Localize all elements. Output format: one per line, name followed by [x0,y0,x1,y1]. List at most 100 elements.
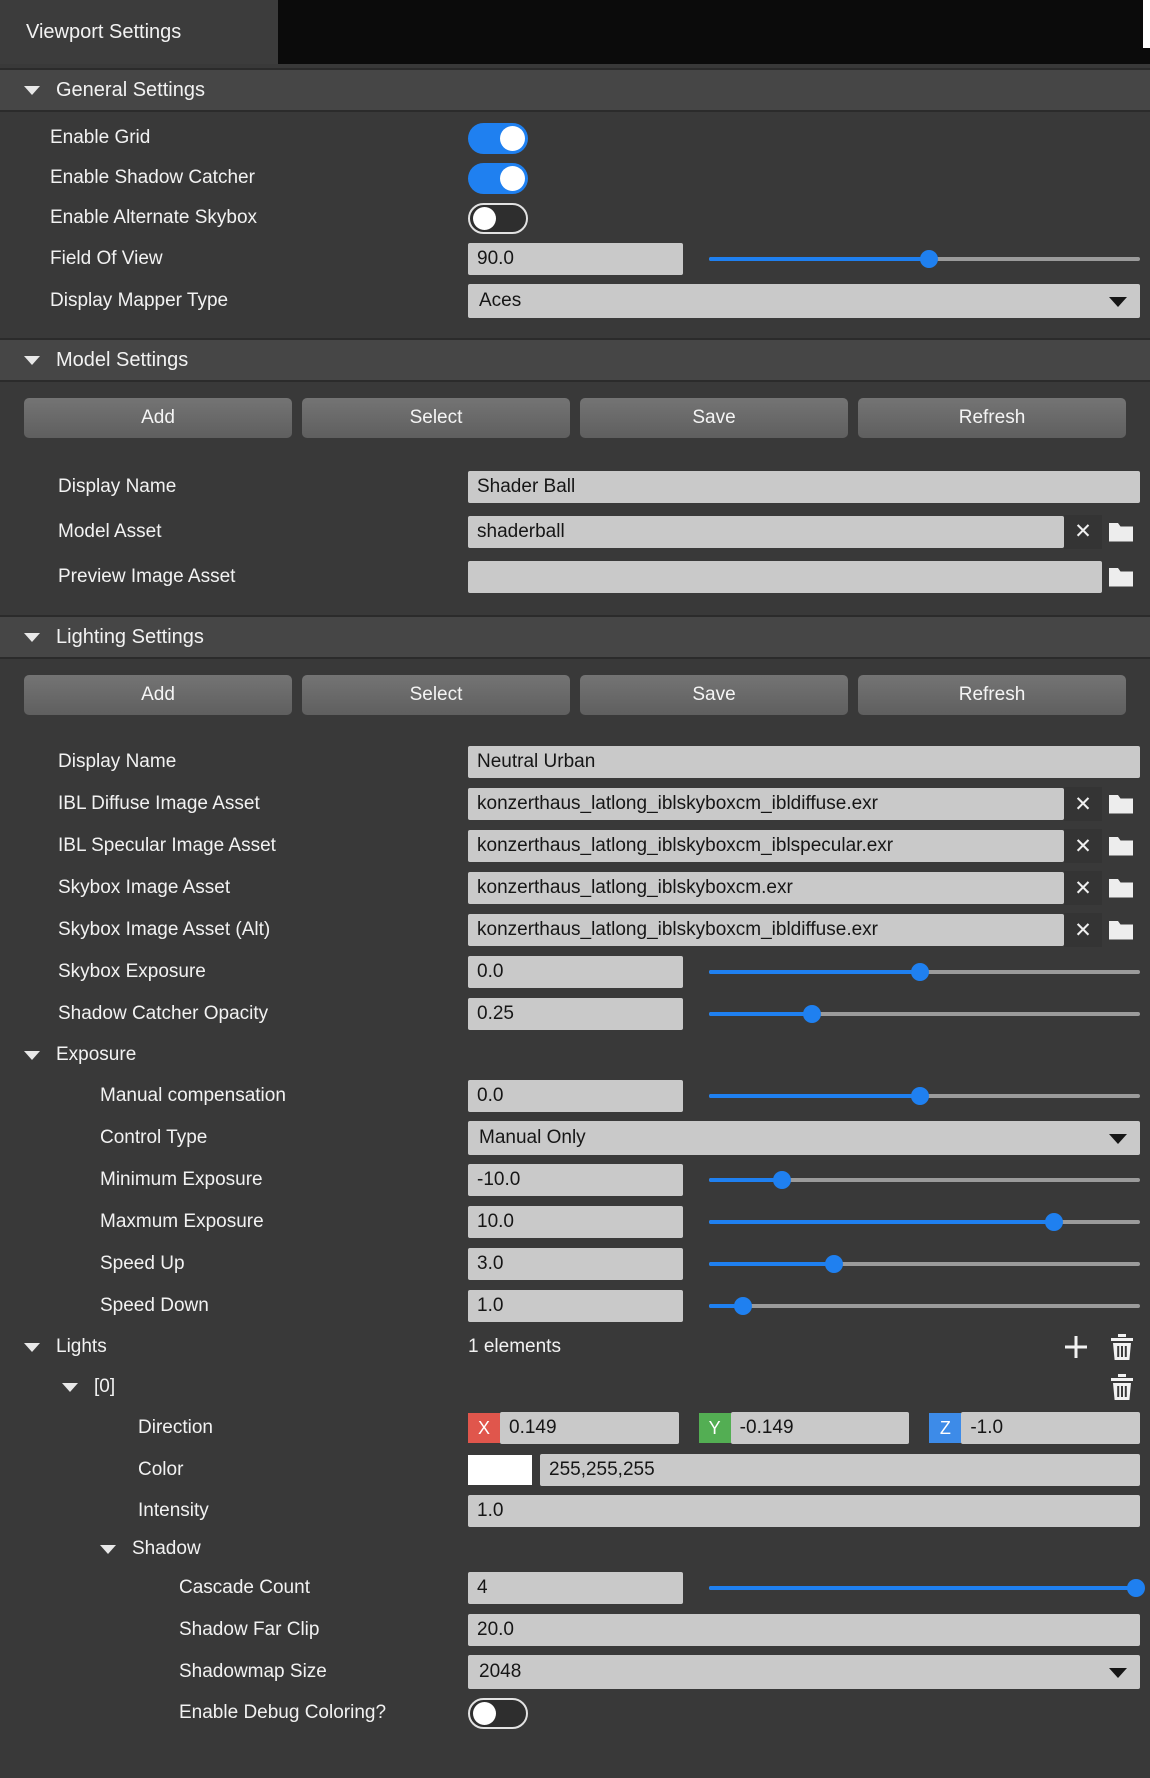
skybox-alt-browse-button[interactable] [1102,913,1140,947]
ibl-specular-clear-button[interactable] [1064,829,1102,863]
subsection-header-lights[interactable]: Lights 1 elements [0,1327,1150,1367]
shadow-catcher-opacity-label: Shadow Catcher Opacity [58,1003,269,1024]
manual-compensation-row: Manual compensation [0,1075,1150,1117]
model-asset-clear-button[interactable] [1064,514,1102,549]
cascade-count-slider[interactable] [709,1572,1145,1604]
field-of-view-slider[interactable] [709,243,1140,275]
slider-knob[interactable] [919,250,938,268]
slider-knob[interactable] [1044,1213,1063,1231]
lighting-select-button[interactable]: Select [302,675,570,715]
direction-z-input[interactable] [961,1412,1141,1444]
delete-light-0-button[interactable] [1110,1373,1134,1401]
enable-grid-label: Enable Grid [50,127,151,148]
section-title: Lighting Settings [56,625,204,648]
enable-alternate-skybox-toggle[interactable] [468,202,528,234]
color-value-input[interactable] [540,1454,1140,1486]
light-0-header[interactable]: [0] [0,1367,1150,1407]
minimum-exposure-slider[interactable] [709,1164,1140,1196]
model-select-button[interactable]: Select [302,398,570,438]
shadow-catcher-opacity-input[interactable] [468,998,683,1030]
maximum-exposure-slider[interactable] [709,1206,1140,1238]
direction-y-group: Y [698,1412,910,1444]
subsection-title: Shadow [132,1538,201,1559]
ibl-specular-browse-button[interactable] [1102,829,1140,863]
subsection-header-shadow[interactable]: Shadow [0,1531,1150,1567]
axis-x-tag: X [468,1413,500,1443]
maximum-exposure-input[interactable] [468,1206,683,1238]
speed-down-slider[interactable] [709,1290,1140,1322]
shadow-catcher-opacity-slider[interactable] [709,998,1140,1030]
skybox-alt-image-asset-input[interactable] [468,914,1064,946]
speed-down-input[interactable] [468,1290,683,1322]
direction-y-input[interactable] [730,1412,910,1444]
section-header-model-settings[interactable]: Model Settings [0,338,1150,382]
model-asset-input[interactable] [468,515,1064,548]
slider-knob[interactable] [773,1171,792,1189]
skybox-browse-button[interactable] [1102,871,1140,905]
slider-knob[interactable] [1126,1579,1145,1597]
direction-x-input[interactable] [500,1412,679,1444]
slider-knob[interactable] [824,1255,843,1273]
skybox-exposure-input[interactable] [468,956,683,988]
add-light-button[interactable] [1062,1333,1090,1361]
field-of-view-input[interactable] [468,243,683,275]
speed-down-row: Speed Down [0,1285,1150,1327]
slider-knob[interactable] [734,1297,753,1315]
enable-shadow-catcher-toggle[interactable] [468,162,528,194]
skybox-image-asset-input[interactable] [468,872,1064,904]
slider-knob[interactable] [911,963,930,981]
enable-grid-toggle[interactable] [468,122,528,154]
skybox-exposure-slider[interactable] [709,956,1140,988]
tab-viewport-settings[interactable]: Viewport Settings [0,0,278,64]
cascade-count-input[interactable] [468,1572,683,1604]
lighting-save-button[interactable]: Save [580,675,848,715]
subsection-title: Lights [56,1336,107,1357]
field-of-view-row: Field Of View [0,238,1150,280]
speed-up-input[interactable] [468,1248,683,1280]
ibl-diffuse-image-asset-input[interactable] [468,788,1064,820]
preview-image-asset-input[interactable] [468,560,1102,593]
model-display-name-input[interactable] [468,470,1140,503]
skybox-exposure-row: Skybox Exposure [0,951,1150,993]
manual-compensation-input[interactable] [468,1080,683,1112]
manual-compensation-slider[interactable] [709,1080,1140,1112]
ibl-diffuse-browse-button[interactable] [1102,787,1140,821]
ibl-specular-image-asset-label: IBL Specular Image Asset [58,835,276,856]
model-add-button[interactable]: Add [24,398,292,438]
direction-x-group: X [468,1412,679,1444]
skybox-alt-clear-button[interactable] [1064,913,1102,947]
speed-up-slider[interactable] [709,1248,1140,1280]
direction-row: Direction X Y Z [0,1407,1150,1449]
section-header-general-settings[interactable]: General Settings [0,68,1150,112]
subsection-header-exposure[interactable]: Exposure [0,1035,1150,1075]
enable-debug-coloring-row: Enable Debug Coloring? [0,1693,1150,1733]
color-swatch[interactable] [468,1455,532,1485]
minimum-exposure-input[interactable] [468,1164,683,1196]
lighting-add-button[interactable]: Add [24,675,292,715]
tab-bar: Viewport Settings [0,0,1150,64]
shadow-far-clip-label: Shadow Far Clip [179,1619,320,1640]
collapse-arrow-icon [24,85,40,95]
enable-debug-coloring-toggle[interactable] [468,1697,528,1729]
control-type-label: Control Type [100,1127,208,1148]
model-save-button[interactable]: Save [580,398,848,438]
speed-up-label: Speed Up [100,1253,185,1274]
skybox-clear-button[interactable] [1064,871,1102,905]
lighting-refresh-button[interactable]: Refresh [858,675,1126,715]
section-header-lighting-settings[interactable]: Lighting Settings [0,615,1150,659]
delete-lights-button[interactable] [1110,1333,1134,1361]
model-refresh-button[interactable]: Refresh [858,398,1126,438]
slider-knob[interactable] [803,1005,822,1023]
control-type-dropdown[interactable]: Manual Only [468,1121,1140,1155]
shadow-far-clip-input[interactable] [468,1614,1140,1646]
ibl-specular-image-asset-input[interactable] [468,830,1064,862]
display-mapper-type-row: Display Mapper Type Aces [0,280,1150,322]
preview-image-asset-browse-button[interactable] [1102,560,1140,594]
ibl-diffuse-clear-button[interactable] [1064,787,1102,821]
display-mapper-type-dropdown[interactable]: Aces [468,284,1140,318]
lighting-display-name-input[interactable] [468,746,1140,778]
shadowmap-size-dropdown[interactable]: 2048 [468,1655,1140,1689]
model-asset-browse-button[interactable] [1102,515,1140,549]
intensity-input[interactable] [468,1495,1140,1527]
slider-knob[interactable] [911,1087,930,1105]
